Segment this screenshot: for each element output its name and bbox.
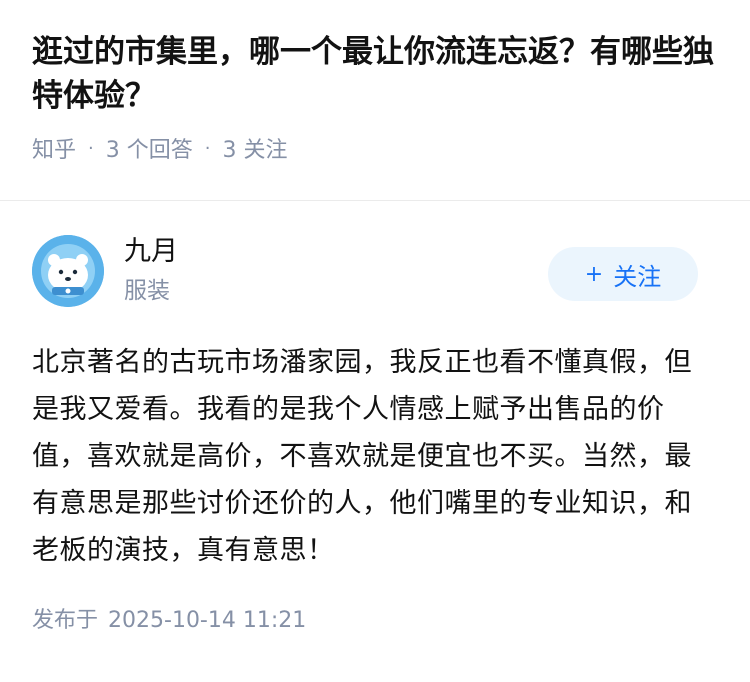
polar-bear-avatar-icon xyxy=(32,235,104,307)
follow-label: 关注 xyxy=(613,262,662,291)
published-label: 发布于 xyxy=(32,608,99,633)
published-date: 2025-10-14 11:21 xyxy=(108,608,307,633)
question-meta: 知乎 · 3 个回答 · 3 关注 xyxy=(32,132,718,164)
source-label[interactable]: 知乎 xyxy=(32,132,76,164)
separator-dot: · xyxy=(88,137,94,159)
follow-count[interactable]: 3 关注 xyxy=(222,132,287,164)
author-headline: 服装 xyxy=(124,278,170,304)
author-info: 九月 服装 xyxy=(124,234,178,308)
follow-button[interactable]: + 关注 xyxy=(548,247,698,301)
plus-icon: + xyxy=(584,261,604,287)
answer-count[interactable]: 3 个回答 xyxy=(106,132,193,164)
author-name[interactable]: 九月 xyxy=(124,234,178,270)
question-title[interactable]: 逛过的市集里，哪一个最让你流连忘返？有哪些独特体验？ xyxy=(32,30,718,118)
answer-content: 北京著名的古玩市场潘家园，我反正也看不懂真假，但是我又爱看。我看的是我个人情感上… xyxy=(32,347,692,566)
question-header: 逛过的市集里，哪一个最让你流连忘返？有哪些独特体验？ 知乎 · 3 个回答 · … xyxy=(0,0,750,170)
avatar[interactable] xyxy=(32,235,104,307)
separator-dot: · xyxy=(204,137,211,159)
answer-card: 九月 服装 + 关注 北京著名的古玩市场潘家园，我反正也看不懂真假，但是我又爱看… xyxy=(0,201,750,634)
published-time: 发布于 2025-10-14 11:21 xyxy=(32,602,718,634)
